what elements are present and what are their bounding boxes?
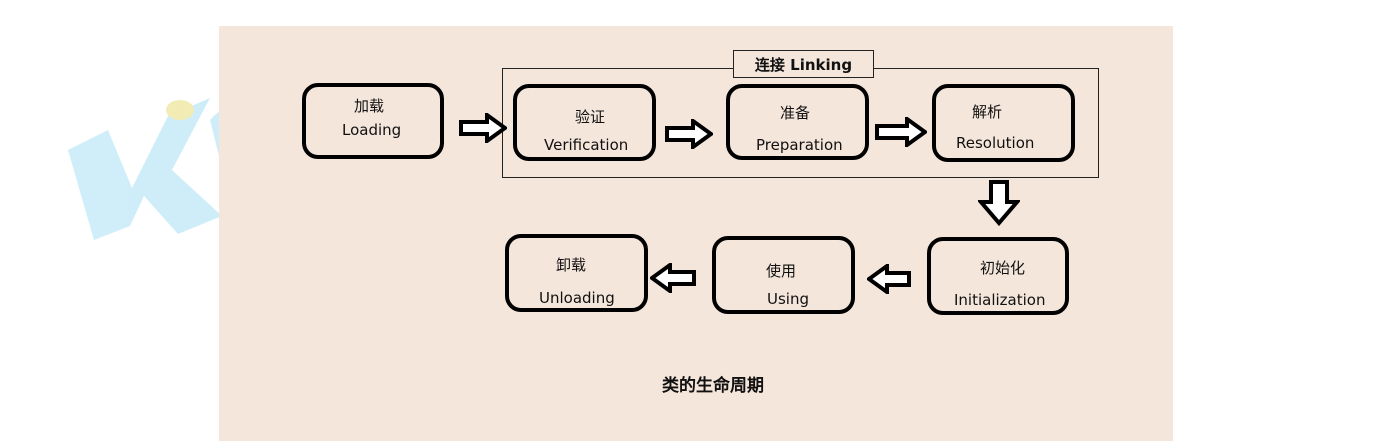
step-loading-zh: 加载 (354, 97, 385, 115)
step-using-zh: 使用 (766, 262, 797, 280)
step-initialization-en: Initialization (954, 291, 1046, 309)
step-verification-en: Verification (544, 136, 629, 154)
step-initialization-zh: 初始化 (980, 259, 1026, 277)
step-unloading: 卸载 Unloading (505, 234, 648, 312)
step-unloading-zh: 卸载 (556, 256, 587, 274)
step-preparation-zh: 准备 (780, 104, 811, 122)
arrow-right-icon (665, 119, 713, 149)
arrow-right-icon (459, 113, 507, 143)
step-verification-zh: 验证 (575, 108, 606, 126)
step-unloading-en: Unloading (539, 289, 615, 307)
step-initialization: 初始化 Initialization (927, 237, 1069, 315)
step-using: 使用 Using (712, 236, 855, 314)
step-using-en: Using (767, 290, 809, 308)
step-verification: 验证 Verification (513, 84, 656, 161)
step-loading: 加载 Loading (302, 83, 444, 159)
step-loading-en: Loading (342, 121, 402, 139)
arrow-right-icon (875, 117, 927, 147)
arrow-left-icon (650, 263, 696, 293)
step-resolution-zh: 解析 (972, 103, 1003, 121)
step-resolution: 解析 Resolution (932, 84, 1075, 162)
step-resolution-en: Resolution (956, 134, 1035, 152)
step-preparation: 准备 Preparation (726, 84, 869, 160)
diagram-caption: 类的生命周期 (662, 376, 764, 396)
arrow-down-icon (978, 180, 1020, 226)
arrow-left-icon (867, 264, 911, 294)
linking-label: 连接 Linking (733, 50, 874, 78)
step-preparation-en: Preparation (756, 136, 843, 154)
